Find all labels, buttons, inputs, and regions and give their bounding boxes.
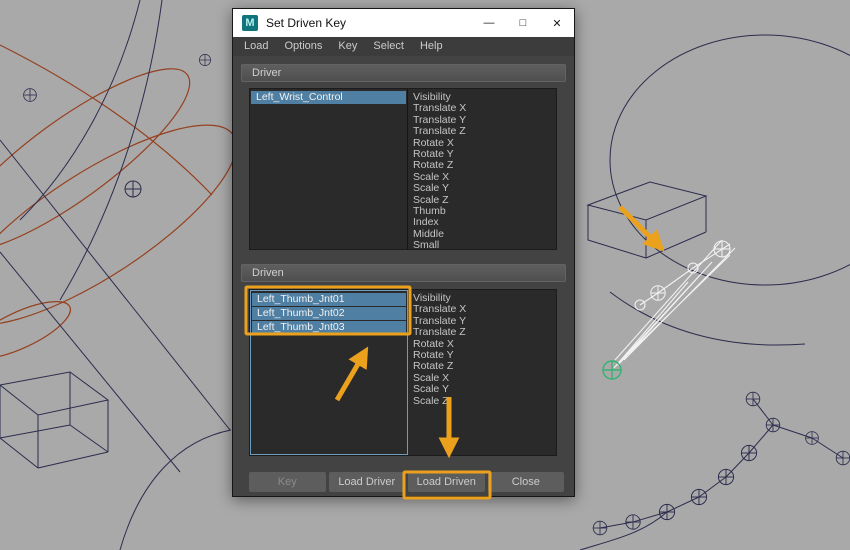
menu-item[interactable]: Load <box>236 37 276 56</box>
orange-control-wireframe <box>0 42 262 369</box>
driver-attribute-list[interactable]: VisibilityTranslate XTranslate YTranslat… <box>408 89 556 249</box>
driven-attribute-item[interactable]: Scale Y <box>413 384 556 395</box>
menu-item[interactable]: Select <box>365 37 412 56</box>
driven-object-item[interactable]: Left_Thumb_Jnt02 <box>252 307 406 320</box>
menu-item[interactable]: Key <box>330 37 365 56</box>
load-driver-button[interactable]: Load Driver <box>329 472 406 492</box>
window-controls: — □ ✕ <box>472 9 574 37</box>
driver-section-header: Driver <box>241 64 566 82</box>
driven-attribute-item[interactable]: Scale Z <box>413 396 556 407</box>
driven-object-item[interactable]: Left_Thumb_Jnt01 <box>252 293 406 306</box>
window-titlebar[interactable]: M Set Driven Key — □ ✕ <box>233 9 574 37</box>
dialog-button-row: Key Load Driver Load Driven Close <box>249 472 564 492</box>
menu-item[interactable]: Help <box>412 37 451 56</box>
set-driven-key-window: M Set Driven Key — □ ✕ LoadOptionsKeySel… <box>232 8 575 497</box>
driver-attribute-item[interactable]: Index <box>413 217 556 228</box>
driver-section-label: Driver <box>252 67 281 79</box>
driven-lists: Left_Thumb_Jnt01Left_Thumb_Jnt02Left_Thu… <box>249 289 557 456</box>
close-icon[interactable]: ✕ <box>540 9 574 37</box>
maximize-icon[interactable]: □ <box>506 9 540 37</box>
maya-icon: M <box>242 15 258 31</box>
desktop: { "colors": { "selection_highlight": "#4… <box>0 0 850 550</box>
driver-attribute-item[interactable]: Scale Y <box>413 183 556 194</box>
driver-attribute-item[interactable]: Small <box>413 240 556 251</box>
driver-lists: Left_Wrist_Control VisibilityTranslate X… <box>249 88 557 250</box>
load-driven-button[interactable]: Load Driven <box>408 472 485 492</box>
minimize-icon[interactable]: — <box>472 9 506 37</box>
driven-object-item[interactable]: Left_Thumb_Jnt03 <box>252 321 406 334</box>
driver-attribute-item[interactable]: Translate Z <box>413 126 556 137</box>
left-skeleton-wireframe <box>0 0 231 550</box>
driven-attribute-item[interactable]: Translate Z <box>413 327 556 338</box>
driven-section-label: Driven <box>252 267 284 279</box>
menu-bar: LoadOptionsKeySelectHelp <box>233 37 574 56</box>
driven-object-list[interactable]: Left_Thumb_Jnt01Left_Thumb_Jnt02Left_Thu… <box>250 290 408 455</box>
window-title: Set Driven Key <box>266 16 346 30</box>
driven-attribute-list[interactable]: VisibilityTranslate XTranslate YTranslat… <box>408 290 556 455</box>
hand-control-wireframe <box>614 240 735 368</box>
driven-section-header: Driven <box>241 264 566 282</box>
driver-object-list[interactable]: Left_Wrist_Control <box>250 89 408 249</box>
key-button[interactable]: Key <box>249 472 326 492</box>
green-control-circle <box>603 361 621 379</box>
close-button[interactable]: Close <box>488 472 565 492</box>
driver-object-item[interactable]: Left_Wrist_Control <box>251 91 406 104</box>
menu-item[interactable]: Options <box>276 37 330 56</box>
right-skeleton-wireframe <box>580 35 850 550</box>
